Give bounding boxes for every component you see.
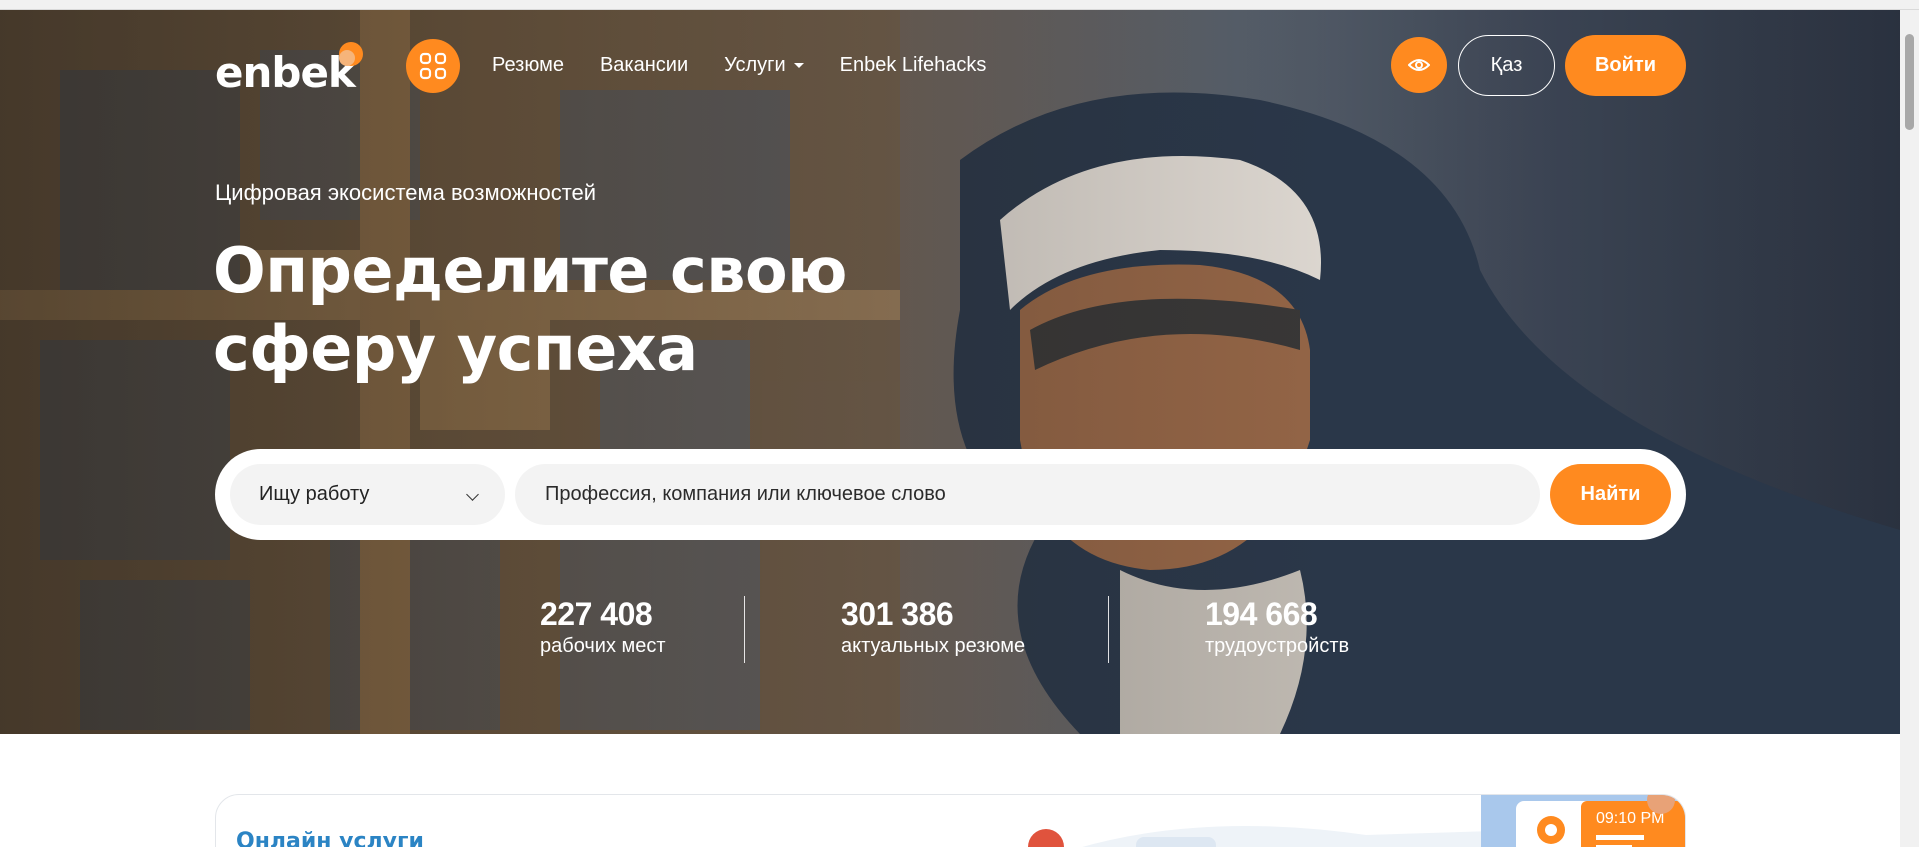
language-button[interactable]: Қаз — [1458, 35, 1555, 96]
caret-down-icon — [793, 63, 804, 68]
logo-text: enbek — [215, 48, 356, 97]
stat-value: 194 668 — [1205, 596, 1318, 632]
stat-divider — [1108, 596, 1109, 663]
nav-item-resume[interactable]: Резюме — [492, 54, 564, 77]
services-title: Онлайн услуги — [236, 829, 424, 847]
nav-item-vacancies[interactable]: Вакансии — [600, 54, 688, 77]
accessibility-button[interactable] — [1391, 37, 1447, 93]
headline-line-1: Определите свою — [213, 234, 847, 307]
hero-headline: Определите свою сферу успеха — [213, 232, 933, 388]
stat-employments: 194 668 трудоустройств — [1205, 596, 1349, 658]
browser-top-edge — [0, 0, 1919, 10]
stat-label: трудоустройств — [1205, 635, 1350, 657]
nav-label: Резюме — [492, 54, 564, 76]
search-bar: Ищу работу Найти — [215, 449, 1686, 540]
logo-dot-icon — [339, 42, 363, 66]
hero-subtitle: Цифровая экосистема возможностей — [215, 180, 597, 205]
chevron-down-icon — [466, 488, 479, 501]
main-nav: Резюме Вакансии Услуги Enbek Lifehacks — [492, 54, 986, 77]
login-button[interactable]: Войти — [1565, 35, 1686, 96]
stat-value: 227 408 — [540, 596, 653, 632]
eye-icon — [1408, 59, 1430, 71]
illustration-time: 09:10 PM — [1596, 810, 1664, 827]
scrollbar-thumb[interactable] — [1905, 34, 1914, 130]
apps-menu-button[interactable] — [406, 39, 460, 93]
search-input[interactable] — [515, 464, 1540, 525]
nav-label: Услуги — [724, 54, 786, 76]
stat-label: актуальных резюме — [841, 635, 1026, 657]
search-button[interactable]: Найти — [1550, 464, 1671, 525]
nav-label: Вакансии — [599, 54, 689, 76]
nav-label: Enbek Lifehacks — [839, 54, 987, 76]
search-mode-value: Ищу работу — [259, 483, 370, 505]
search-mode-select[interactable]: Ищу работу — [230, 464, 505, 525]
stat-value: 301 386 — [841, 596, 954, 632]
headline-line-2: сферу успеха — [213, 312, 698, 385]
stat-label: рабочих мест — [540, 635, 666, 657]
stat-resumes: 301 386 актуальных резюме — [841, 596, 1025, 658]
nav-item-lifehacks[interactable]: Enbek Lifehacks — [840, 54, 987, 77]
nav-item-services[interactable]: Услуги — [724, 54, 804, 77]
hero-section: enbek Резюме Вакансии Услуги Enbek Lifeh… — [0, 10, 1900, 734]
page-scrollbar[interactable] — [1900, 10, 1919, 847]
enbek-logo[interactable]: enbek — [215, 42, 365, 97]
stat-divider — [744, 596, 745, 663]
grid-icon — [419, 52, 447, 80]
services-illustration: 09:10 PM — [1028, 795, 1685, 847]
online-services-card: Онлайн услуги 09:10 PM — [215, 794, 1686, 847]
stat-vacancies: 227 408 рабочих мест — [540, 596, 666, 658]
